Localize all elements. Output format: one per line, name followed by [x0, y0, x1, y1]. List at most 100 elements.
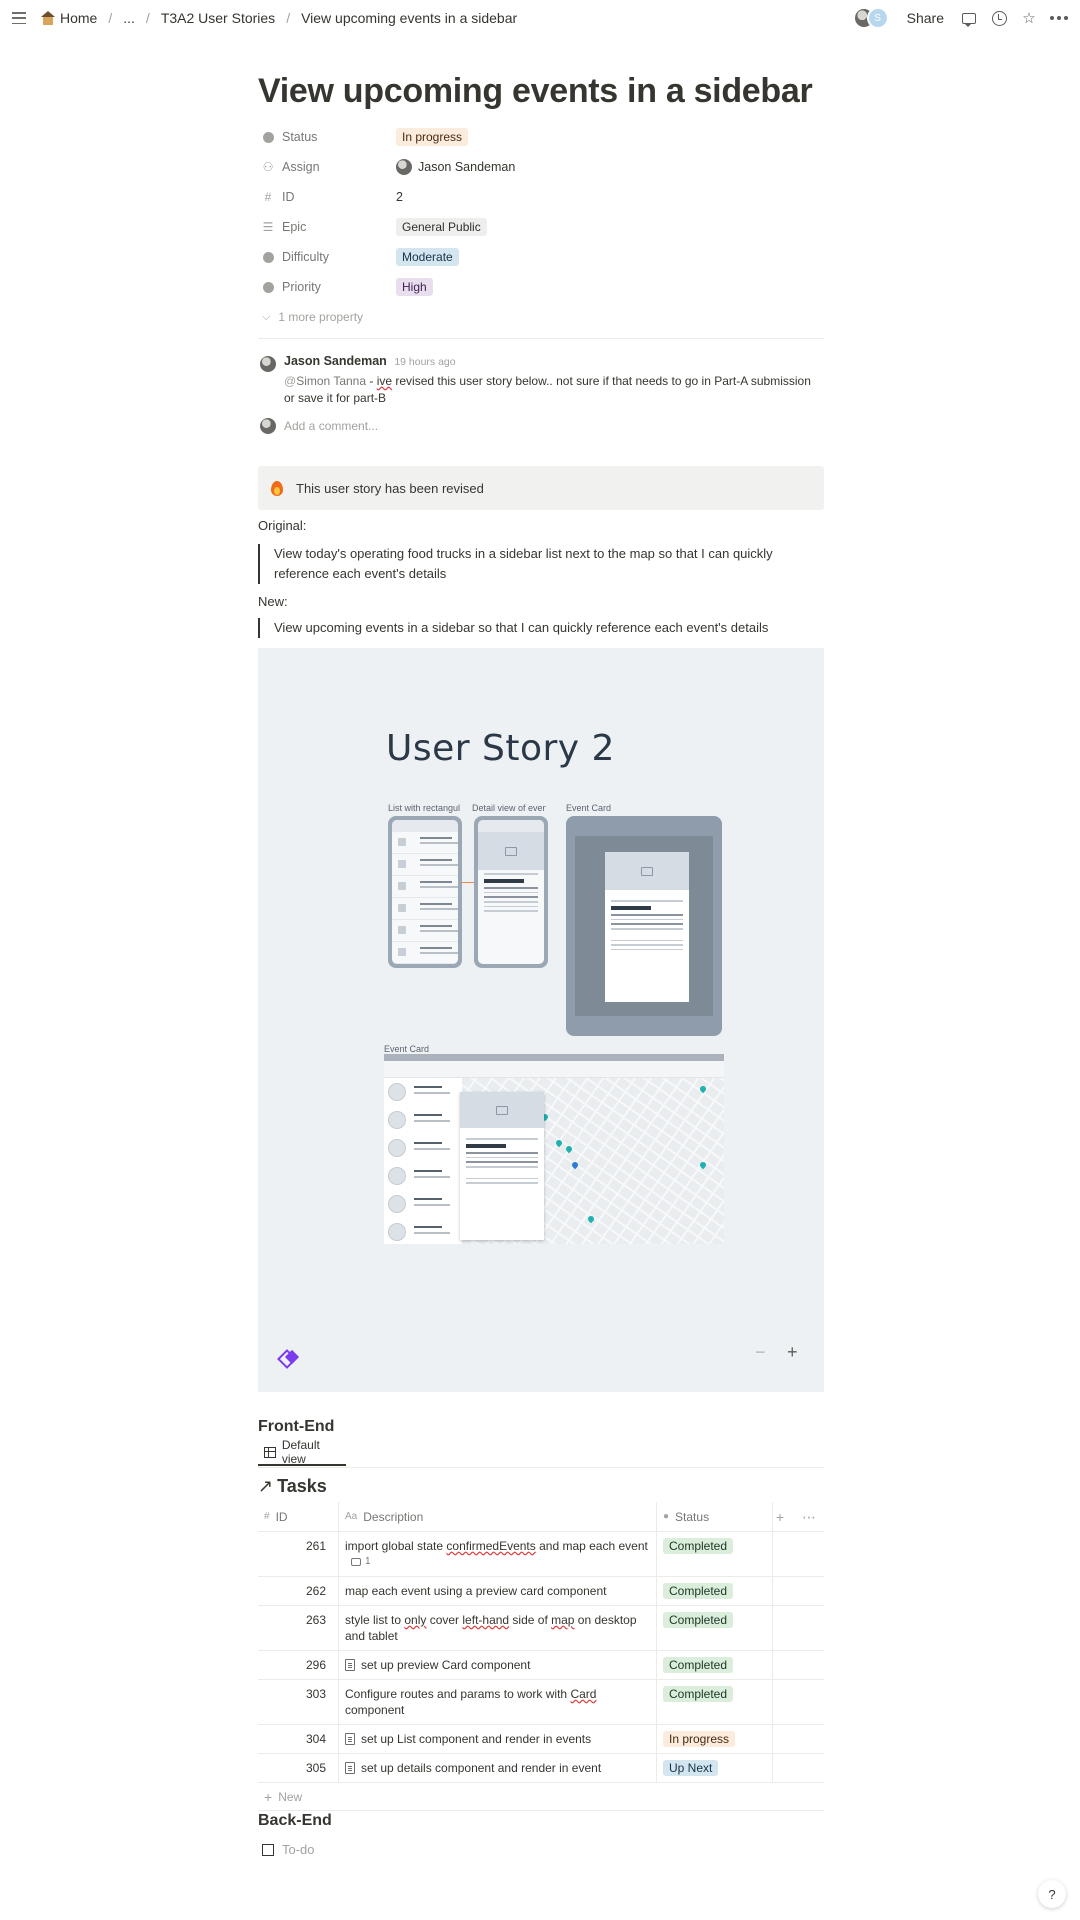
- property-difficulty[interactable]: Difficulty Moderate: [258, 242, 824, 272]
- comment-author[interactable]: Jason Sandeman: [284, 354, 387, 368]
- callout[interactable]: This user story has been revised: [258, 466, 824, 510]
- figma-logo-icon[interactable]: [280, 1348, 300, 1366]
- table-row[interactable]: 263 style list to only cover left-hand s…: [258, 1606, 824, 1651]
- frame-label: List with rectangular: [388, 803, 460, 813]
- row-id: 303: [305, 1687, 326, 1701]
- divider: [258, 338, 824, 339]
- breadcrumb-parent[interactable]: T3A2 User Stories: [157, 8, 279, 28]
- row-description[interactable]: map each event using a preview card comp…: [338, 1577, 656, 1605]
- row-description[interactable]: import global state confirmedEvents and …: [338, 1532, 656, 1576]
- checkbox[interactable]: [262, 1843, 274, 1856]
- column-header-status[interactable]: ● Status: [656, 1501, 772, 1532]
- todo-placeholder[interactable]: To-do: [282, 1842, 315, 1857]
- user-mention[interactable]: @Simon Tanna: [284, 374, 366, 388]
- clock-icon: [991, 10, 1007, 26]
- breadcrumb-separator: /: [108, 10, 113, 26]
- figma-embed[interactable]: User Story 2 List with rectangular Detai…: [258, 648, 824, 1392]
- property-id[interactable]: # ID 2: [258, 182, 824, 212]
- zoom-out-button[interactable]: −: [755, 1342, 766, 1363]
- column-header-id[interactable]: # ID: [258, 1502, 338, 1532]
- menu-icon[interactable]: [12, 12, 26, 24]
- status-icon: ●: [663, 1511, 670, 1522]
- new-quote[interactable]: View upcoming events in a sidebar so tha…: [258, 618, 824, 638]
- row-status[interactable]: Completed: [656, 1651, 772, 1679]
- more-properties-toggle[interactable]: ⌵ 1 more property: [258, 302, 824, 332]
- updates-button[interactable]: [990, 9, 1008, 27]
- comment-icon: [351, 1558, 361, 1566]
- comment-time: 19 hours ago: [394, 356, 456, 368]
- table-row[interactable]: 296 set up preview Card component Comple…: [258, 1651, 824, 1680]
- row-description[interactable]: set up details component and render in e…: [338, 1754, 656, 1782]
- status-icon: [262, 131, 274, 143]
- breadcrumb: Home / ... / T3A2 User Stories / View up…: [36, 8, 521, 28]
- row-status[interactable]: Completed: [656, 1606, 772, 1650]
- row-status[interactable]: Completed: [656, 1532, 772, 1576]
- new-label[interactable]: New:: [258, 594, 288, 609]
- comment-body: @Simon Tanna - ive revised this user sto…: [284, 374, 811, 405]
- phone-mockup-list: [388, 816, 462, 968]
- favorite-button[interactable]: ☆: [1020, 9, 1038, 27]
- row-description[interactable]: Configure routes and params to work with…: [338, 1680, 656, 1724]
- help-button[interactable]: ?: [1038, 1880, 1066, 1908]
- page-icon: [345, 1733, 355, 1745]
- todo-item[interactable]: To-do: [262, 1842, 315, 1857]
- original-label[interactable]: Original:: [258, 518, 306, 533]
- text-icon: Aa: [345, 1511, 358, 1522]
- hash-icon: #: [264, 1511, 270, 1522]
- original-quote[interactable]: View today's operating food trucks in a …: [258, 544, 824, 584]
- connector-line: [462, 882, 474, 883]
- row-status[interactable]: Completed: [656, 1680, 772, 1724]
- comment-count[interactable]: 1: [351, 1554, 371, 1570]
- breadcrumb-ellipsis[interactable]: ...: [119, 8, 139, 28]
- embed-title: User Story 2: [386, 728, 615, 769]
- epic-tag: General Public: [396, 218, 487, 236]
- row-status[interactable]: Up Next: [656, 1754, 772, 1782]
- zoom-in-button[interactable]: +: [787, 1342, 798, 1363]
- tablet-mockup: [566, 816, 722, 1036]
- tasks-table: # ID Aa Description ● Status + ⋯ 261 import…: [258, 1501, 824, 1811]
- phone-mockup-detail: [474, 816, 548, 968]
- frontend-heading[interactable]: Front-End: [258, 1418, 334, 1436]
- page-title[interactable]: View upcoming events in a sidebar: [258, 72, 813, 111]
- property-assign[interactable]: ⚇ Assign Jason Sandeman: [258, 152, 824, 182]
- avatar: [260, 418, 276, 434]
- person-icon: ⚇: [262, 160, 274, 174]
- property-epic[interactable]: ☰ Epic General Public: [258, 212, 824, 242]
- frame-label: Detail view of event: [472, 803, 546, 813]
- more-options-button[interactable]: [1050, 9, 1068, 27]
- breadcrumb-separator: /: [286, 10, 291, 26]
- row-description[interactable]: style list to only cover left-hand side …: [338, 1606, 656, 1650]
- row-status[interactable]: Completed: [656, 1577, 772, 1605]
- home-icon: [40, 11, 56, 25]
- breadcrumb-current[interactable]: View upcoming events in a sidebar: [297, 8, 521, 28]
- comments-button[interactable]: [960, 9, 978, 27]
- table-row[interactable]: 304 set up List component and render in …: [258, 1725, 824, 1754]
- frame-label: Event Card: [384, 1044, 430, 1054]
- database-title[interactable]: ↗ Tasks: [258, 1476, 327, 1497]
- add-column-icon[interactable]: +: [776, 1509, 784, 1526]
- add-row-button[interactable]: + New: [258, 1783, 824, 1811]
- more-icon[interactable]: ⋯: [802, 1509, 816, 1526]
- share-button[interactable]: Share: [907, 10, 944, 26]
- status-tag: In progress: [396, 128, 469, 146]
- difficulty-tag: Moderate: [396, 248, 459, 266]
- row-status[interactable]: In progress: [656, 1725, 772, 1753]
- property-status[interactable]: Status In progress: [258, 122, 824, 152]
- table-row[interactable]: 303 Configure routes and params to work …: [258, 1680, 824, 1725]
- column-header-description[interactable]: Aa Description: [338, 1501, 656, 1532]
- select-icon: [262, 281, 274, 293]
- property-priority[interactable]: Priority High: [258, 272, 824, 302]
- comment-icon: [962, 12, 976, 27]
- row-id: 262: [305, 1584, 326, 1598]
- row-description[interactable]: set up List component and render in even…: [338, 1725, 656, 1753]
- tab-default-view[interactable]: Default view: [258, 1438, 346, 1466]
- id-value: 2: [396, 190, 403, 204]
- table-row[interactable]: 305 set up details component and render …: [258, 1754, 824, 1783]
- collaborator-avatars[interactable]: S: [852, 7, 889, 29]
- breadcrumb-home[interactable]: Home: [36, 8, 101, 28]
- table-row[interactable]: 262 map each event using a preview card …: [258, 1577, 824, 1606]
- add-comment-input[interactable]: Add a comment...: [258, 418, 824, 434]
- row-description[interactable]: set up preview Card component: [338, 1651, 656, 1679]
- table-row[interactable]: 261 import global state confirmedEvents …: [258, 1532, 824, 1577]
- backend-heading[interactable]: Back-End: [258, 1812, 332, 1830]
